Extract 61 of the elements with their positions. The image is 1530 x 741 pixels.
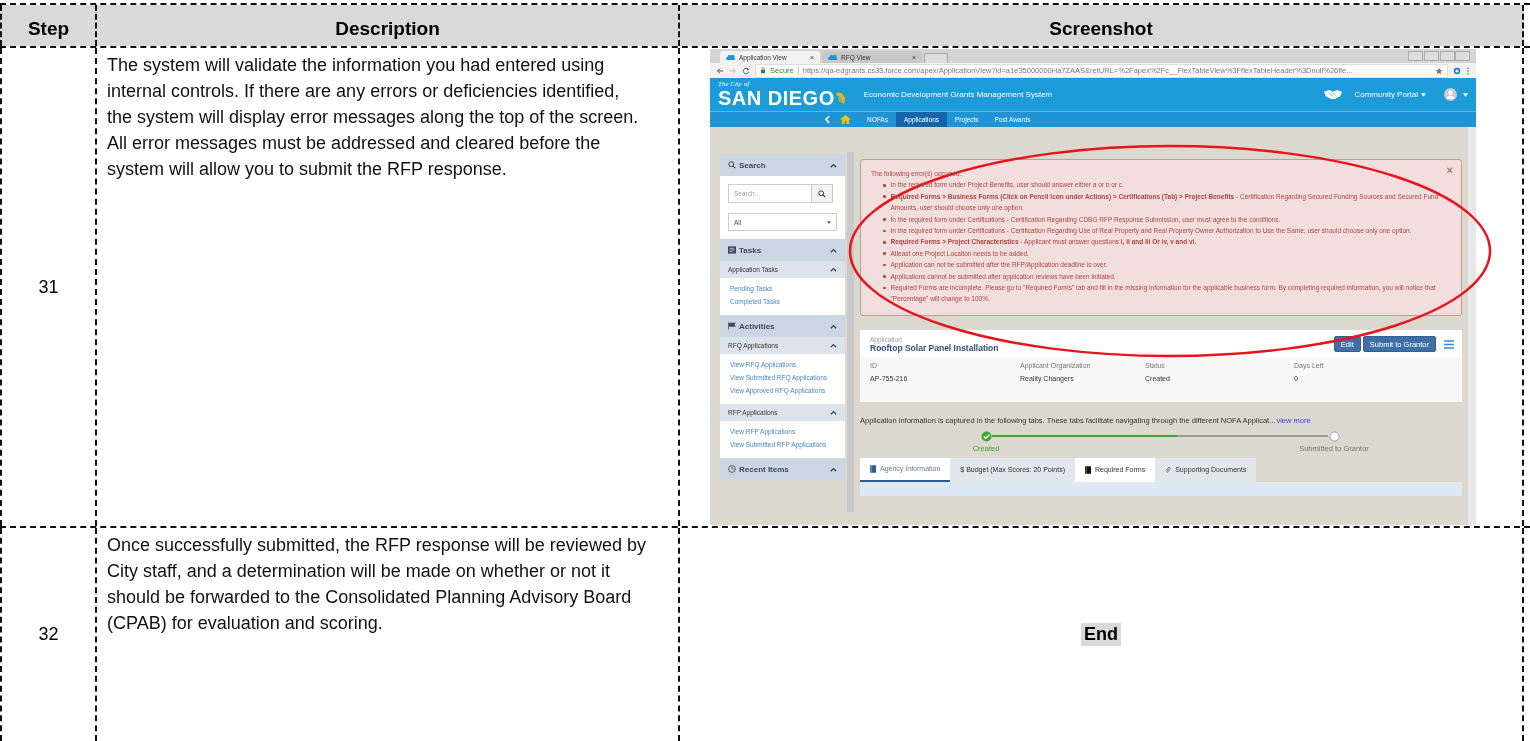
bullet-icon [883,275,886,278]
bullet-icon [883,263,886,267]
reload-icon[interactable] [742,66,750,75]
book-icon [1085,465,1091,474]
step-description: The system will validate the information you had entered using internal controls. If there are any errors or deficiencies identified, the system will display error messages along the top of the screen. All error messages must be addressed and cleared before the system will allow you to submit the RFP response. [106,54,640,181]
new-tab-button[interactable] [924,53,948,63]
lock-icon [760,67,766,74]
back-arrow-icon[interactable] [716,66,724,75]
sidebar-section-header[interactable]: Recent Items [720,458,845,480]
handshake-icon [1324,89,1343,100]
end-label: End [1081,623,1121,646]
book-icon [870,464,876,473]
bullet-icon [883,195,886,198]
chevron-up-icon [830,343,837,348]
sidebar-section-header[interactable]: Tasks [720,239,845,261]
chevron-up-icon [830,466,837,472]
caret-icon [827,220,831,224]
extension-icon[interactable] [1453,66,1461,75]
user-avatar-icon[interactable] [1444,88,1457,101]
chevron-left-icon[interactable] [825,115,830,124]
step-number: 31 [38,276,59,298]
home-icon[interactable] [840,115,851,124]
column-header: Description [97,5,680,46]
sidebar-section-header[interactable]: Activities [720,315,845,337]
scrollbar[interactable] [1468,127,1476,525]
clock-icon [728,465,736,473]
chevron-up-icon [830,323,837,329]
step-number: 32 [38,624,59,645]
cloud-icon [726,54,735,60]
bullet-icon [883,229,886,233]
search-icon [728,161,736,169]
chevron-up-icon [830,247,837,253]
list-icon [728,246,736,254]
chevron-up-icon [830,267,837,272]
bullet-icon [883,184,886,187]
cloud-icon [828,54,837,60]
bullet-icon [883,218,886,221]
star-icon[interactable] [1435,66,1443,75]
bullet-icon [883,286,886,290]
step-description: Once successfully submitted, the RFP response will be reviewed by City staff, and a determination will be made on whether or not it should be forwarded to the Consolidated Planning Advisory Board (CPAB) for evaluation and scoring. [106,534,647,635]
scrollbar[interactable] [847,152,854,512]
chevron-up-icon [830,410,837,415]
sidebar-section-header[interactable]: Search [720,154,845,176]
caret-icon[interactable] [1463,92,1468,97]
menu-icon[interactable] [1444,339,1454,349]
paperclip-icon [1165,465,1172,474]
column-header: Step [0,5,97,46]
search-icon [818,189,826,198]
more-icon[interactable] [1466,66,1470,75]
flag-icon [728,322,736,330]
app-title: Economic Development Grants Management System [863,90,1053,99]
application-name: Rooftop Solar Panel Installation [870,342,1000,353]
column-header: Screenshot [680,5,1524,46]
caret-icon [1421,92,1426,97]
bullet-icon [883,241,886,244]
close-button[interactable]: × [1446,164,1453,176]
portal-menu[interactable]: Community Portal [1354,90,1426,99]
search-button[interactable] [812,184,833,203]
logo-title: SAN DIEGO [718,88,835,108]
chevron-up-icon [830,162,837,168]
bullet-icon [883,252,886,255]
